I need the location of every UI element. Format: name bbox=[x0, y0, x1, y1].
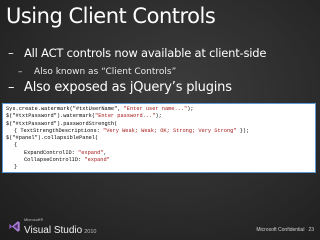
confidential-label: Microsoft Confidential bbox=[256, 227, 305, 233]
code-line: $("#txtPassword").passwordStrength( bbox=[6, 121, 312, 128]
code-text: CollapseControlID: bbox=[24, 157, 85, 164]
code-line: }); bbox=[6, 172, 312, 173]
code-string: "expand" bbox=[84, 157, 110, 164]
slide: Using Client Controls – All ACT controls… bbox=[0, 0, 320, 240]
code-line: $("#panel").collapsiblePanel( bbox=[6, 135, 312, 142]
logo-product-text: Visual Studio bbox=[24, 225, 83, 236]
page-number: 23 bbox=[308, 227, 314, 233]
visual-studio-icon bbox=[9, 221, 20, 232]
logo-microsoft-text: Microsoft® bbox=[24, 217, 44, 222]
code-line: ExpandControlID: "expand", bbox=[6, 150, 312, 157]
logo-year-text: 2010 bbox=[84, 229, 97, 235]
bullet-1: – All ACT controls now available at clie… bbox=[8, 46, 266, 60]
code-line: { bbox=[6, 142, 312, 149]
code-text: , bbox=[103, 149, 107, 156]
code-text: ExpandControlID: bbox=[24, 149, 79, 156]
code-text: { TextStrengthDescriptions: bbox=[14, 127, 104, 134]
code-text: Sys.create.watermark("#txtUserName", bbox=[6, 106, 124, 112]
bullet-marker: – bbox=[18, 67, 23, 77]
bullet-marker: – bbox=[8, 80, 15, 95]
sub-bullet-1: – Also known as “Client Controls” bbox=[18, 67, 176, 77]
footer-info: Microsoft Confidential 23 bbox=[256, 227, 314, 233]
code-string: "Enter password..." bbox=[95, 113, 156, 120]
code-text: $("#panel").collapsiblePanel( bbox=[6, 135, 99, 142]
code-text: $("#txtPassword").passwordStrength( bbox=[6, 120, 118, 127]
bullet-1-text: All ACT controls now available at client… bbox=[24, 46, 267, 60]
code-line: CollapseControlID: "expand" bbox=[6, 157, 312, 164]
code-text: { bbox=[14, 142, 18, 149]
code-text: ); bbox=[155, 113, 162, 120]
slide-title: Using Client Controls bbox=[6, 4, 216, 28]
sub-bullet-1-text: Also known as “Client Controls” bbox=[34, 67, 177, 77]
code-string: "Enter user name..." bbox=[123, 106, 188, 112]
code-text: ); bbox=[187, 106, 194, 112]
code-line: Sys.create.watermark("#txtUserName", "En… bbox=[6, 106, 312, 113]
code-text: }); bbox=[236, 127, 250, 134]
code-text: }); bbox=[6, 172, 16, 173]
visual-studio-logo: Microsoft® Visual Studio 2010 bbox=[8, 217, 97, 236]
code-line: $("#txtPassword").watermark("Enter passw… bbox=[6, 113, 312, 120]
bullet-2: – Also exposed as jQuery’s plugins bbox=[8, 80, 232, 95]
code-string: "expand" bbox=[78, 149, 104, 156]
code-text: $("#txtPassword").watermark( bbox=[6, 113, 96, 120]
code-line: { TextStrengthDescriptions: "Very Weak; … bbox=[6, 128, 312, 135]
code-text: } bbox=[14, 164, 18, 171]
code-string: "Very Weak; Weak; OK; Strong; Very Stron… bbox=[103, 127, 237, 134]
logo-wordmark: Microsoft® Visual Studio 2010 bbox=[24, 217, 97, 236]
code-sample: Sys.create.watermark("#txtUserName", "En… bbox=[2, 103, 316, 173]
bullet-marker: – bbox=[8, 46, 14, 60]
code-line: } bbox=[6, 164, 312, 171]
bullet-2-text: Also exposed as jQuery’s plugins bbox=[24, 80, 232, 95]
